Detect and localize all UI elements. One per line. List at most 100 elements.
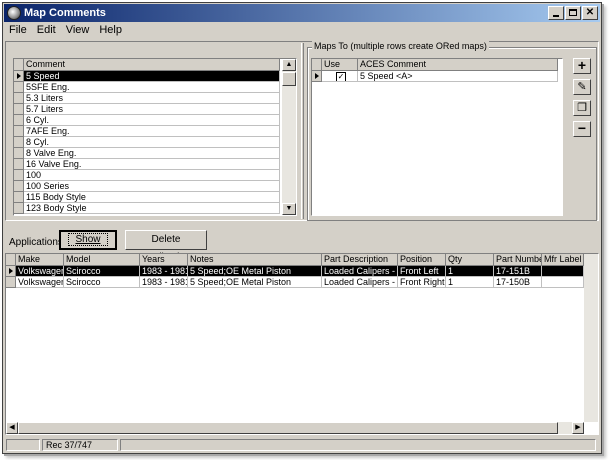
apps-header-indicator <box>6 254 16 266</box>
menu-help[interactable]: Help <box>94 23 127 36</box>
row-indicator[interactable] <box>14 115 24 126</box>
current-row-arrow-icon <box>9 268 13 274</box>
comment-list-item[interactable]: 100 <box>24 170 280 181</box>
minimize-button[interactable] <box>548 6 564 20</box>
title-bar[interactable]: Map Comments ✕ <box>4 4 600 22</box>
app-icon[interactable] <box>7 6 21 20</box>
make-cell[interactable]: Volkswagen <box>16 277 64 288</box>
position-cell[interactable]: Front Right <box>398 277 446 288</box>
qty-cell[interactable]: 1 <box>446 277 494 288</box>
position-column-header[interactable]: Position <box>398 254 446 266</box>
vertical-splitter[interactable] <box>301 43 304 219</box>
show-button[interactable]: Show <box>59 230 117 250</box>
scroll-right-button[interactable]: ▶ <box>572 422 584 434</box>
maps-to-grid[interactable]: Use ACES Comment ✓ 5 Speed <A> <box>311 58 563 216</box>
add-mapping-button[interactable]: + <box>573 58 591 74</box>
comment-list-item[interactable]: 5 Speed <box>24 71 280 82</box>
close-button[interactable]: ✕ <box>582 6 598 20</box>
comment-list-item[interactable]: 5.7 Liters <box>24 104 280 115</box>
comment-list-item[interactable]: 16 Valve Eng. <box>24 159 280 170</box>
qty-column-header[interactable]: Qty <box>446 254 494 266</box>
comment-list-item[interactable]: 7AFE Eng. <box>24 126 280 137</box>
menu-file[interactable]: File <box>4 23 32 36</box>
copy-mapping-button[interactable]: ❐ <box>573 100 591 116</box>
part-description-column-header[interactable]: Part Description <box>322 254 398 266</box>
use-column-header[interactable]: Use <box>322 59 358 71</box>
scroll-down-icon: ▼ <box>285 205 293 212</box>
row-indicator[interactable] <box>14 181 24 192</box>
status-bar: Rec 37/747 <box>4 438 600 452</box>
years-cell[interactable]: 1983 - 1981 <box>140 277 188 288</box>
scroll-left-button[interactable]: ◀ <box>6 422 18 434</box>
years-cell[interactable]: 1983 - 1981 <box>140 266 188 277</box>
part-number-cell[interactable]: 17-150B <box>494 277 542 288</box>
comment-header[interactable]: Comment <box>24 59 280 71</box>
comment-list-item[interactable]: 100 Series <box>24 181 280 192</box>
row-indicator[interactable] <box>14 82 24 93</box>
part-description-cell[interactable]: Loaded Calipers - R <box>322 277 398 288</box>
apps-horizontal-scrollbar[interactable]: ◀ ▶ <box>6 422 584 434</box>
row-indicator[interactable] <box>14 203 24 214</box>
row-indicator[interactable] <box>14 126 24 137</box>
model-cell[interactable]: Scirocco <box>64 266 140 277</box>
notes-cell[interactable]: 5 Speed;OE Metal Piston <box>188 266 322 277</box>
horizontal-scroll-thumb[interactable] <box>18 422 558 434</box>
edit-mapping-button[interactable]: ✎ <box>573 79 591 95</box>
comment-list-item[interactable]: 6 Cyl. <box>24 115 280 126</box>
row-indicator[interactable] <box>14 170 24 181</box>
part-description-cell[interactable]: Loaded Calipers - R <box>322 266 398 277</box>
scroll-down-button[interactable]: ▼ <box>282 203 296 215</box>
position-cell[interactable]: Front Left <box>398 266 446 277</box>
mfr-label-cell[interactable] <box>542 266 584 277</box>
row-indicator[interactable] <box>14 137 24 148</box>
aces-comment-column-header[interactable]: ACES Comment <box>358 59 558 71</box>
model-cell[interactable]: Scirocco <box>64 277 140 288</box>
comment-list-item[interactable]: 115 Body Style <box>24 192 280 203</box>
make-cell[interactable]: Volkswagen <box>16 266 64 277</box>
row-indicator[interactable] <box>14 104 24 115</box>
comment-list-item[interactable]: 5SFE Eng. <box>24 82 280 93</box>
part-number-cell[interactable]: 17-151B <box>494 266 542 277</box>
plus-icon: + <box>577 57 587 73</box>
aces-comment-cell[interactable]: 5 Speed <A> <box>358 71 558 82</box>
status-pane-main <box>120 439 596 451</box>
comment-list-item[interactable]: 8 Cyl. <box>24 137 280 148</box>
scroll-thumb[interactable] <box>282 72 296 86</box>
row-indicator[interactable] <box>14 93 24 104</box>
menu-view[interactable]: View <box>61 23 95 36</box>
menu-bar: File Edit View Help <box>4 23 600 39</box>
applications-grid[interactable]: Make Model Years Notes Part Description Posit… <box>5 253 599 435</box>
menu-edit[interactable]: Edit <box>32 23 61 36</box>
apps-row-indicator[interactable] <box>6 277 16 288</box>
row-indicator[interactable] <box>14 192 24 203</box>
use-checkbox[interactable]: ✓ <box>336 72 346 81</box>
years-column-header[interactable]: Years <box>140 254 188 266</box>
mfr-label-column-header[interactable]: Mfr Label <box>542 254 584 266</box>
maps-row-indicator[interactable] <box>312 71 322 82</box>
model-column-header[interactable]: Model <box>64 254 140 266</box>
comment-list-item[interactable]: 5.3 Liters <box>24 93 280 104</box>
comment-list-item[interactable]: 8 Valve Eng. <box>24 148 280 159</box>
notes-cell[interactable]: 5 Speed;OE Metal Piston <box>188 277 322 288</box>
delete-application-button[interactable]: Delete Application <box>125 230 207 263</box>
apps-row-indicator[interactable] <box>6 266 16 277</box>
show-button-label: Show <box>68 233 108 246</box>
maximize-button[interactable] <box>565 6 581 20</box>
row-indicator[interactable] <box>14 148 24 159</box>
comment-list[interactable]: Comment 5 Speed 5SFE Eng. 5.3 Liters 5.7 Li… <box>13 58 297 216</box>
minimize-icon <box>553 15 559 17</box>
make-column-header[interactable]: Make <box>16 254 64 266</box>
comment-list-item[interactable]: 123 Body Style <box>24 203 280 214</box>
maps-to-label: Maps To (multiple rows create ORed maps) <box>312 41 489 51</box>
part-number-column-header[interactable]: Part Number <box>494 254 542 266</box>
row-indicator[interactable] <box>14 159 24 170</box>
mfr-label-cell[interactable] <box>542 277 584 288</box>
comment-list-scrollbar[interactable]: ▲ ▼ <box>282 59 296 215</box>
scroll-up-button[interactable]: ▲ <box>282 59 296 71</box>
notes-column-header[interactable]: Notes <box>188 254 322 266</box>
remove-mapping-button[interactable]: − <box>573 121 591 137</box>
apps-vertical-scrollbar[interactable] <box>584 254 598 422</box>
row-indicator[interactable] <box>14 71 24 82</box>
qty-cell[interactable]: 1 <box>446 266 494 277</box>
minus-icon: − <box>577 120 587 136</box>
